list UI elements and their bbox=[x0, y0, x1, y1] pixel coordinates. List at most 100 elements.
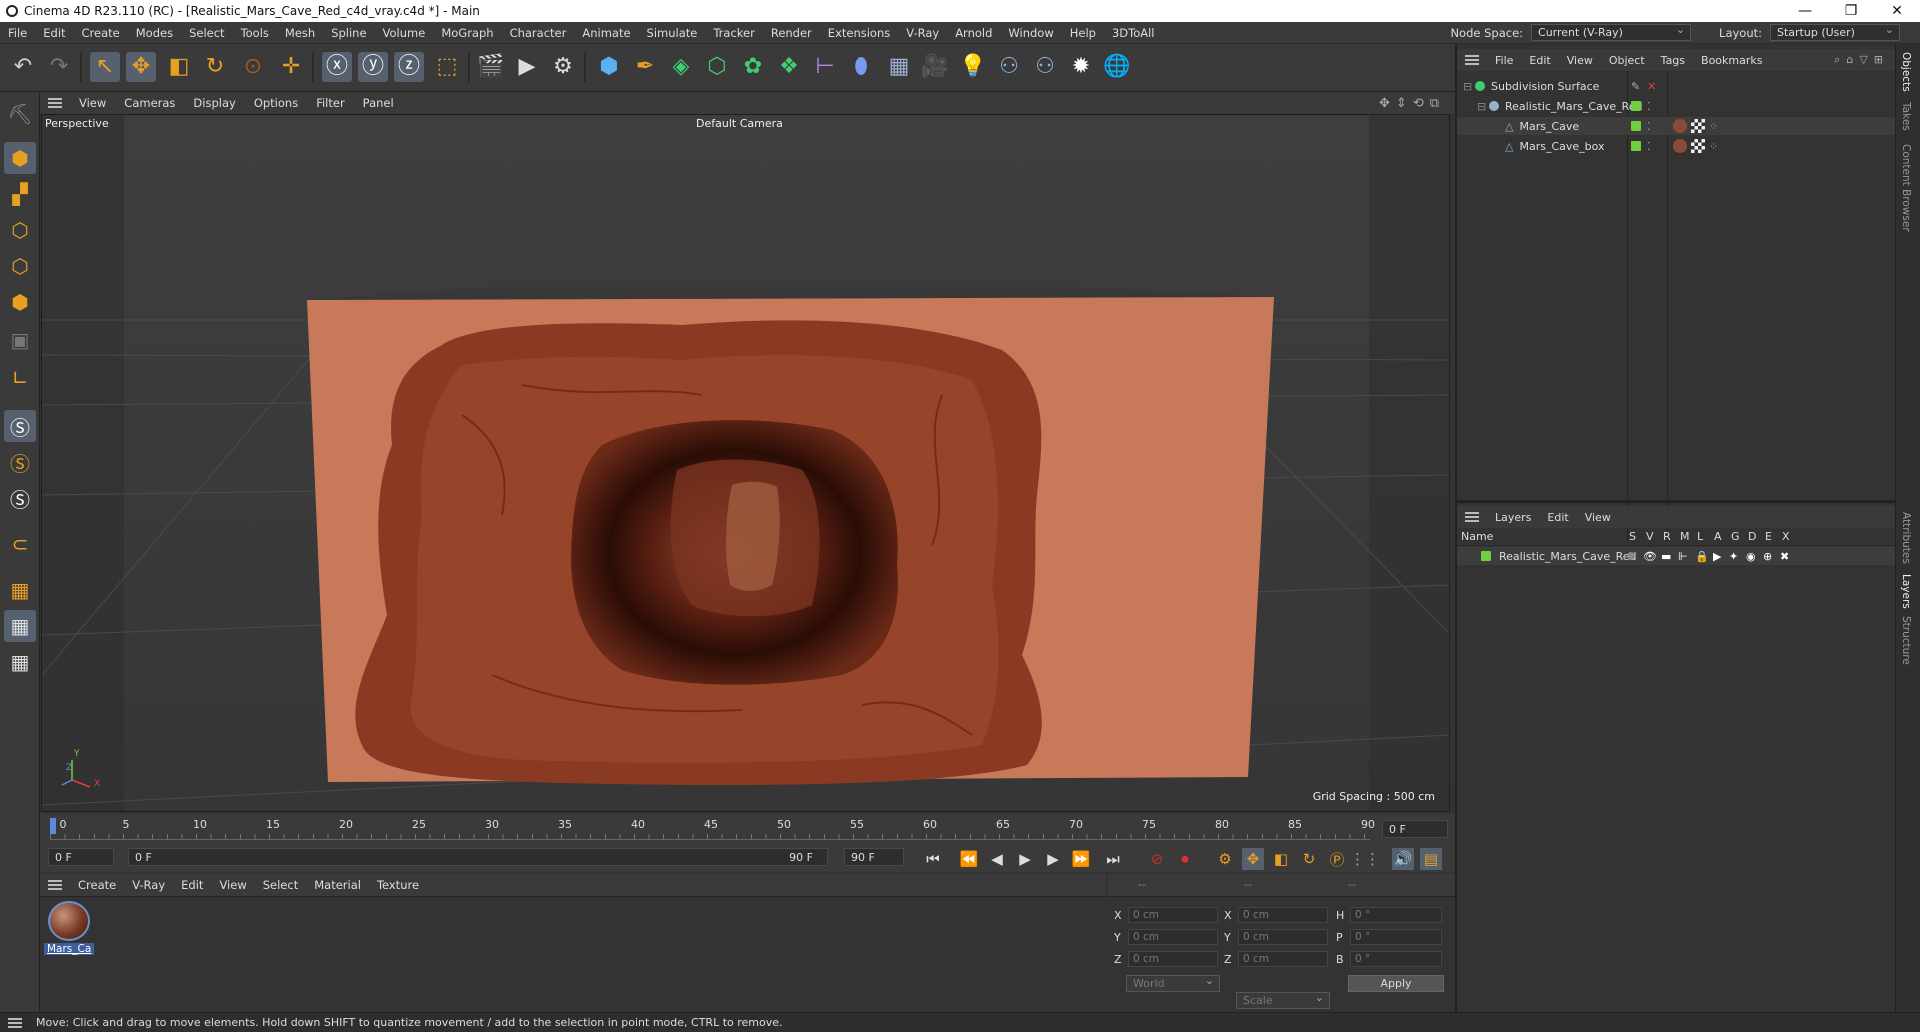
edit-tag-icon[interactable]: ✎ bbox=[1631, 80, 1640, 93]
next-frame-icon[interactable]: ▶ bbox=[1042, 848, 1064, 870]
mat-menu-view[interactable]: View bbox=[211, 878, 254, 892]
floor-icon[interactable]: ▦ bbox=[884, 52, 914, 82]
maximize-button[interactable]: ❐ bbox=[1828, 3, 1874, 19]
visibility-dots-icon[interactable]: ⁚ bbox=[1647, 120, 1651, 133]
python-icon[interactable]: ⚇ bbox=[994, 52, 1024, 82]
menu-modes[interactable]: Modes bbox=[128, 26, 181, 40]
mat-menu-material[interactable]: Material bbox=[306, 878, 369, 892]
autokey-icon[interactable]: ⏺ bbox=[1174, 848, 1196, 870]
menu-animate[interactable]: Animate bbox=[574, 26, 638, 40]
material-hamburger-icon[interactable] bbox=[48, 880, 62, 890]
menu-mograph[interactable]: MoGraph bbox=[433, 26, 501, 40]
undo-icon[interactable]: ↶ bbox=[8, 52, 38, 82]
layers-menu-edit[interactable]: Edit bbox=[1539, 511, 1576, 524]
locked-workplane-icon[interactable]: ▦ bbox=[4, 646, 36, 678]
select-icon[interactable]: ↖ bbox=[90, 52, 120, 82]
visibility-dots-icon[interactable]: ⁚ bbox=[1647, 100, 1651, 113]
menu-render[interactable]: Render bbox=[763, 26, 820, 40]
layer-color-swatch[interactable] bbox=[1631, 141, 1641, 151]
obj-menu-bookmarks[interactable]: Bookmarks bbox=[1693, 54, 1770, 67]
snap-icon[interactable]: ✛ bbox=[276, 52, 306, 82]
pos-z-field[interactable]: 0 cm bbox=[1128, 951, 1218, 967]
menu-simulate[interactable]: Simulate bbox=[639, 26, 706, 40]
rot-h-field[interactable]: 0 ° bbox=[1350, 907, 1442, 923]
keyframe-selection-icon[interactable]: ⚙ bbox=[1214, 848, 1236, 870]
next-key-icon[interactable]: ⏩ bbox=[1070, 848, 1092, 870]
menu-file[interactable]: File bbox=[0, 26, 35, 40]
axis-mode-icon[interactable]: ∟ bbox=[4, 362, 36, 394]
make-editable-icon[interactable]: ⛏ bbox=[4, 98, 36, 130]
workplane-icon[interactable]: ▦ bbox=[4, 574, 36, 606]
layer-name[interactable]: Realistic_Mars_Cave_Red bbox=[1499, 550, 1637, 563]
globe-icon[interactable]: 🌐 bbox=[1102, 52, 1132, 82]
material-swatch[interactable] bbox=[48, 901, 90, 941]
layer-generator-icon[interactable]: ✦ bbox=[1729, 550, 1738, 563]
vp-menu-panel[interactable]: Panel bbox=[354, 96, 403, 110]
cube-icon[interactable]: ⬢ bbox=[594, 52, 624, 82]
tab-attributes[interactable]: Attributes bbox=[1900, 512, 1912, 564]
size-z-field[interactable]: 0 cm bbox=[1238, 951, 1328, 967]
end-frame-field[interactable]: 90 F bbox=[844, 848, 904, 866]
close-button[interactable]: ✕ bbox=[1874, 3, 1920, 19]
scale-icon[interactable]: ◧ bbox=[164, 52, 194, 82]
node-space-select[interactable]: Current (V-Ray) bbox=[1531, 23, 1692, 41]
menu-vray[interactable]: V-Ray bbox=[898, 26, 947, 40]
visibility-dots-icon[interactable]: ⁚ bbox=[1647, 140, 1651, 153]
menu-volume[interactable]: Volume bbox=[375, 26, 434, 40]
coordinate-mode-select[interactable]: World bbox=[1126, 974, 1220, 992]
layers-menu-view[interactable]: View bbox=[1577, 511, 1619, 524]
texture-mode-icon[interactable]: ▞ bbox=[4, 178, 36, 210]
go-to-end-icon[interactable]: ⏭ bbox=[1102, 848, 1124, 870]
phong-tag-icon[interactable]: ⁘ bbox=[1709, 140, 1718, 153]
grid-snap-icon[interactable]: ▦ bbox=[4, 610, 36, 642]
previous-key-icon[interactable]: ⏪ bbox=[958, 848, 980, 870]
layer-deformer-icon[interactable]: ◉ bbox=[1746, 550, 1756, 563]
obj-menu-view[interactable]: View bbox=[1559, 54, 1601, 67]
obj-menu-edit[interactable]: Edit bbox=[1521, 54, 1558, 67]
x-axis-icon[interactable]: ⓧ bbox=[322, 52, 352, 82]
points-mode-icon[interactable]: ⬡ bbox=[4, 214, 36, 246]
viewport-hamburger-icon[interactable] bbox=[48, 98, 62, 108]
model-mode-icon[interactable]: ⬢ bbox=[4, 142, 36, 174]
render-settings-icon[interactable]: ⚙ bbox=[548, 52, 578, 82]
redo-icon[interactable]: ↷ bbox=[44, 52, 74, 82]
mat-menu-vray[interactable]: V-Ray bbox=[124, 878, 173, 892]
obj-menu-tags[interactable]: Tags bbox=[1653, 54, 1693, 67]
current-frame-field[interactable]: 0 F bbox=[1382, 820, 1448, 838]
render-view-icon[interactable]: ▶ bbox=[512, 52, 542, 82]
python2-icon[interactable]: ⚇ bbox=[1030, 52, 1060, 82]
recent-tool-icon[interactable]: ⊙ bbox=[238, 52, 268, 82]
layer-color-swatch[interactable] bbox=[1631, 121, 1641, 131]
object-name[interactable]: Mars_Cave bbox=[1519, 120, 1579, 133]
uv-mode-icon[interactable]: ▣ bbox=[4, 324, 36, 356]
playhead[interactable] bbox=[50, 818, 56, 834]
object-name[interactable]: Realistic_Mars_Cave_Red bbox=[1505, 100, 1643, 113]
layer-solo-icon[interactable] bbox=[1627, 552, 1635, 560]
camera-icon[interactable]: 🎥 bbox=[920, 52, 950, 82]
vp-menu-display[interactable]: Display bbox=[184, 96, 244, 110]
active-camera-label[interactable]: Default Camera bbox=[696, 117, 783, 130]
timeline-ruler[interactable]: 0 5 10 15 20 25 30 35 40 45 50 55 60 65 … bbox=[40, 814, 1455, 844]
motion-system-icon[interactable]: 🔊 bbox=[1392, 848, 1414, 870]
material-tag-icon[interactable] bbox=[1673, 119, 1687, 133]
disabled-icon[interactable]: ✕ bbox=[1647, 80, 1656, 93]
tab-takes[interactable]: Takes bbox=[1900, 102, 1912, 131]
z-axis-icon[interactable]: ⓩ bbox=[394, 52, 424, 82]
menu-tracker[interactable]: Tracker bbox=[705, 26, 763, 40]
pos-y-field[interactable]: 0 cm bbox=[1128, 929, 1218, 945]
texture-tag-icon[interactable] bbox=[1691, 119, 1705, 133]
range-slider[interactable]: 0 F 90 F bbox=[128, 848, 828, 866]
magnet-icon[interactable]: ⊂ bbox=[4, 528, 36, 560]
cloner-icon[interactable]: ✿ bbox=[738, 52, 768, 82]
rotate-icon[interactable]: ↻ bbox=[200, 52, 230, 82]
tab-content-browser[interactable]: Content Browser bbox=[1900, 144, 1912, 232]
menu-arnold[interactable]: Arnold bbox=[947, 26, 1000, 40]
vp-menu-filter[interactable]: Filter bbox=[307, 96, 353, 110]
perspective-viewport[interactable]: Y Z X Grid Spacing : 500 cm bbox=[41, 114, 1450, 812]
phong-tag-icon[interactable]: ⁘ bbox=[1709, 120, 1718, 133]
object-row[interactable]: △ Mars_Cave ⁚ ⁘ bbox=[1457, 117, 1897, 135]
key-pla-icon[interactable]: ⋮⋮ bbox=[1350, 848, 1380, 870]
tab-layers[interactable]: Layers bbox=[1900, 574, 1912, 609]
polygons-mode-icon[interactable]: ⬢ bbox=[4, 286, 36, 318]
pos-x-field[interactable]: 0 cm bbox=[1128, 907, 1218, 923]
